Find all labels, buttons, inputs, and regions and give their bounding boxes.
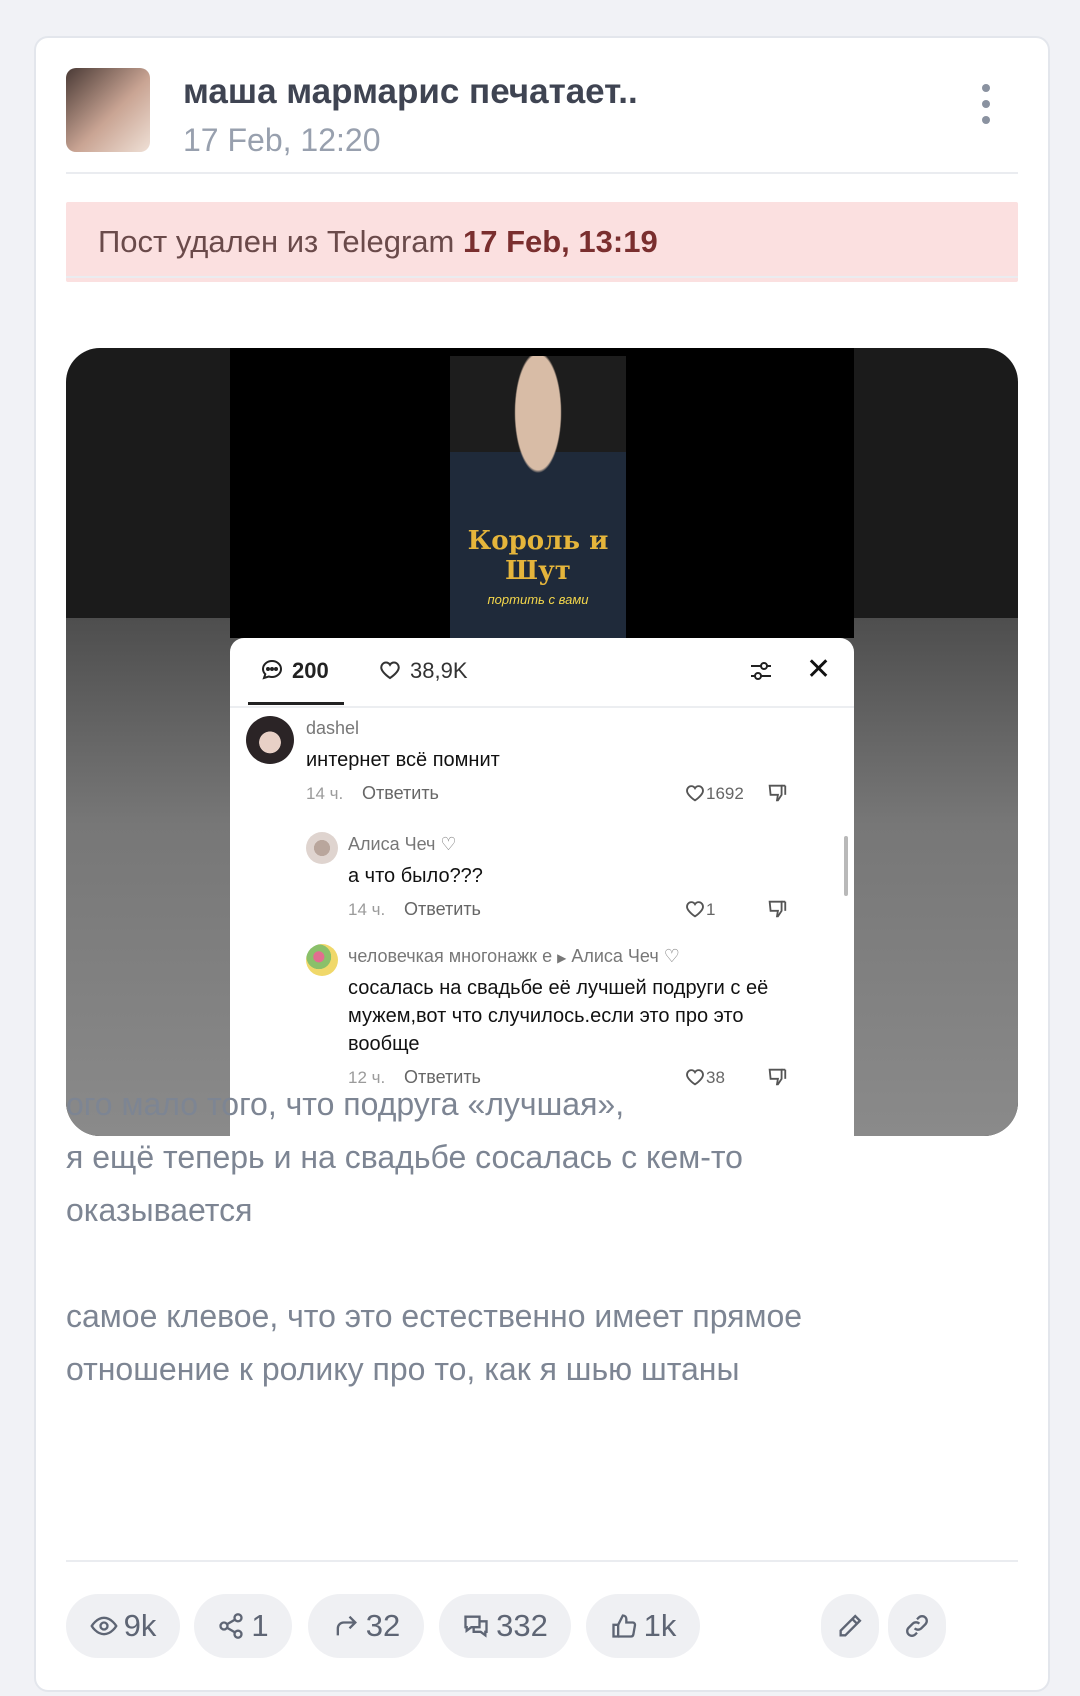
shirt-print-text: Король и Шут <box>467 526 609 586</box>
filter-icon[interactable] <box>748 658 774 684</box>
comment-item: dashel интернет всё помнит 14 ч. Ответит… <box>246 716 846 816</box>
divider <box>66 1560 1018 1562</box>
comments-stat[interactable]: 332 <box>439 1594 571 1658</box>
comments-panel: 200 38,9K ✕ dashel интернет всё помнит 1… <box>230 638 854 1136</box>
deleted-notice-date: 17 Feb, 13:19 <box>462 224 658 259</box>
views-count: 9k <box>123 1608 157 1643</box>
divider <box>66 172 1018 174</box>
views-stat[interactable]: 9k <box>66 1594 180 1658</box>
post-text-line: оказывается <box>66 1192 253 1228</box>
comments-tabs: 200 38,9K ✕ <box>230 638 854 708</box>
video-person: Король и Шут портить с вами <box>450 356 626 638</box>
comment-like-button[interactable]: 1692 <box>684 782 744 804</box>
heart-icon <box>686 785 704 802</box>
comment-likes: 1 <box>706 900 716 919</box>
comment-count: 200 <box>292 658 329 683</box>
close-icon[interactable]: ✕ <box>806 652 831 687</box>
divider <box>66 276 1018 278</box>
commenter-name-text: человечкая многонажк е <box>348 946 553 966</box>
post-text-line <box>66 1237 1016 1290</box>
commenter-avatar[interactable] <box>246 716 294 764</box>
copy-link-button[interactable] <box>888 1594 946 1658</box>
commenter-avatar[interactable] <box>306 944 338 976</box>
post-card: маша мармарис печатает.. 17 Feb, 12:20 П… <box>34 36 1050 1692</box>
comment-time: 14 ч. <box>348 900 386 919</box>
commenter-avatar[interactable] <box>306 832 338 864</box>
tab-likes[interactable]: 38,9K <box>378 658 468 684</box>
more-vertical-icon[interactable] <box>974 84 998 132</box>
commenter-name[interactable]: dashel <box>306 718 359 739</box>
heart-icon <box>686 901 704 918</box>
share-icon <box>219 1613 244 1639</box>
forwards-count: 32 <box>365 1608 401 1643</box>
shares-count: 1 <box>251 1608 269 1643</box>
shares-stat[interactable]: 1 <box>194 1594 292 1658</box>
post-stats-bar: 9k 1 32 332 1k <box>66 1594 1018 1658</box>
comment-text: интернет всё помнит <box>306 749 500 771</box>
dislike-icon[interactable] <box>766 898 788 920</box>
heart-icon <box>380 661 400 680</box>
post-text-line: самое клевое, что это естественно имеет … <box>66 1298 803 1334</box>
video-frame: Король и Шут портить с вами <box>230 348 854 638</box>
deleted-notice: Пост удален из Telegram 17 Feb, 13:19 <box>66 202 1018 282</box>
forward-icon <box>336 1615 357 1636</box>
reply-to-name[interactable]: Алиса Чеч ♡ <box>571 946 680 966</box>
tab-indicator <box>248 702 344 705</box>
video-subtitle: портить с вами <box>487 592 589 607</box>
forwards-stat[interactable]: 32 <box>308 1594 424 1658</box>
deleted-notice-text: Пост удален из Telegram <box>98 224 455 259</box>
commenter-name[interactable]: человечкая многонажк е ▶ Алиса Чеч ♡ <box>348 946 680 967</box>
comment-like-button[interactable]: 1 <box>684 898 715 920</box>
like-count: 38,9K <box>410 658 468 683</box>
commenter-name[interactable]: Алиса Чеч ♡ <box>348 834 457 855</box>
thumbs-up-icon <box>611 1614 636 1638</box>
comment-time: 14 ч. <box>306 784 344 803</box>
comment-text: а что было??? <box>348 865 483 887</box>
comment-item: Алиса Чеч ♡ а что было??? 14 ч. Ответить… <box>306 832 846 932</box>
post-text-line: я ещё теперь и на свадьбе сосалась с кем… <box>66 1139 743 1175</box>
comment-text: сосалась на свадьбе её лучшей подруги с … <box>348 977 769 1055</box>
reply-button[interactable]: Ответить <box>362 783 439 804</box>
comment-likes: 1692 <box>706 784 744 803</box>
author-avatar[interactable] <box>66 68 150 152</box>
post-text-line: ого мало того, что подруга «лучшая», <box>66 1086 625 1122</box>
link-icon <box>906 1615 928 1637</box>
reactions-stat[interactable]: 1k <box>586 1594 700 1658</box>
post-media-image[interactable]: Король и Шут портить с вами 200 38,9K ✕ … <box>66 348 1018 1136</box>
post-text: ого мало того, что подруга «лучшая», я е… <box>66 1078 1016 1396</box>
post-text-line: отношение к ролику про то, как я шью шта… <box>66 1351 740 1387</box>
author-name[interactable]: маша мармарис печатает.. <box>183 72 638 112</box>
scrollbar[interactable] <box>844 836 848 896</box>
comments-count: 332 <box>496 1608 548 1643</box>
reply-button[interactable]: Ответить <box>404 899 481 920</box>
dislike-icon[interactable] <box>766 782 788 804</box>
eye-icon <box>90 1616 118 1636</box>
post-date: 17 Feb, 12:20 <box>183 122 381 158</box>
comments-icon <box>464 1615 488 1638</box>
tab-comments[interactable]: 200 <box>260 658 329 684</box>
edit-icon <box>839 1614 862 1637</box>
edit-button[interactable] <box>821 1594 879 1658</box>
comment-bubble-icon <box>261 659 283 680</box>
post-header: маша мармарис печатает.. 17 Feb, 12:20 <box>66 68 1016 178</box>
reactions-count: 1k <box>643 1608 677 1643</box>
